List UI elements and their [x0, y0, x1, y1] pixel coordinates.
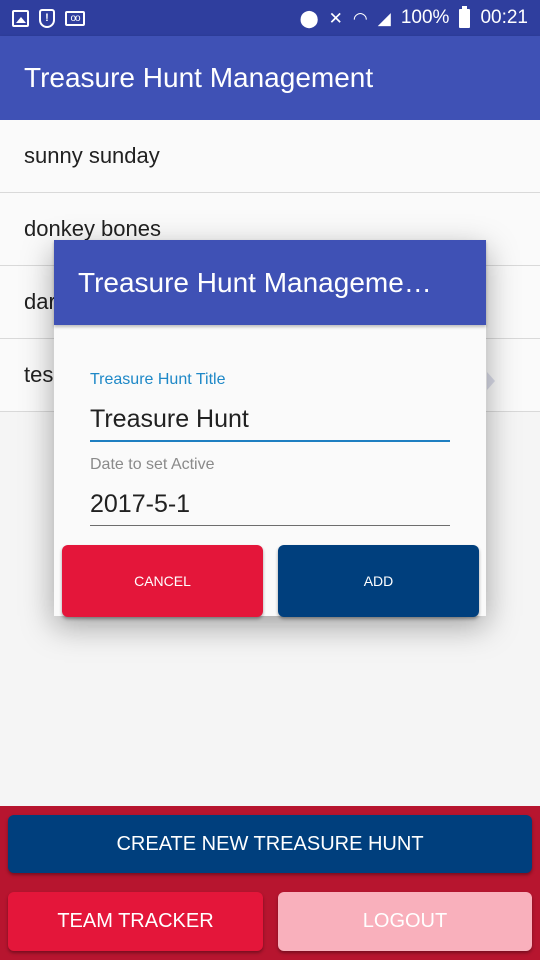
battery-percent: 100%	[400, 7, 450, 28]
signal-icon: ◢	[377, 8, 391, 28]
add-hunt-dialog: Treasure Hunt Manageme… Treasure Hunt Ti…	[54, 240, 486, 617]
wifi-icon: ◠	[352, 8, 368, 28]
mute-icon: ✕	[328, 8, 343, 28]
shield-alert-icon: !	[39, 8, 55, 28]
hunt-title-input[interactable]: Treasure Hunt	[90, 405, 450, 442]
team-tracker-button[interactable]: TEAM TRACKER	[8, 892, 263, 951]
voicemail-icon: oo	[65, 10, 85, 26]
logout-button[interactable]: LOGOUT	[278, 892, 532, 951]
cancel-button[interactable]: CANCEL	[62, 545, 263, 617]
status-bar: ! oo ⬤ ✕ ◠ ◢ 100% 00:21	[0, 0, 540, 36]
create-hunt-button[interactable]: CREATE NEW TREASURE HUNT	[8, 815, 532, 873]
list-item[interactable]: sunny sunday	[0, 120, 540, 193]
active-date-label: Date to set Active	[90, 456, 215, 473]
battery-icon	[459, 5, 471, 28]
add-button[interactable]: ADD	[278, 545, 479, 617]
status-right-icons: ⬤ ✕ ◠ ◢ 100% 00:21	[299, 5, 528, 29]
gallery-icon	[12, 9, 29, 27]
active-date-input[interactable]: 2017-5-1	[90, 490, 450, 526]
dialog-title: Treasure Hunt Manageme…	[78, 266, 432, 298]
dialog-header: Treasure Hunt Manageme…	[54, 240, 486, 325]
hunt-title-label: Treasure Hunt Title	[90, 371, 226, 388]
app-bar: Treasure Hunt Management	[0, 36, 540, 120]
app-title: Treasure Hunt Management	[24, 62, 374, 93]
location-icon: ⬤	[299, 8, 319, 28]
clock: 00:21	[480, 7, 528, 28]
status-left-icons: ! oo	[12, 8, 85, 28]
chevron-right-icon	[487, 372, 495, 390]
